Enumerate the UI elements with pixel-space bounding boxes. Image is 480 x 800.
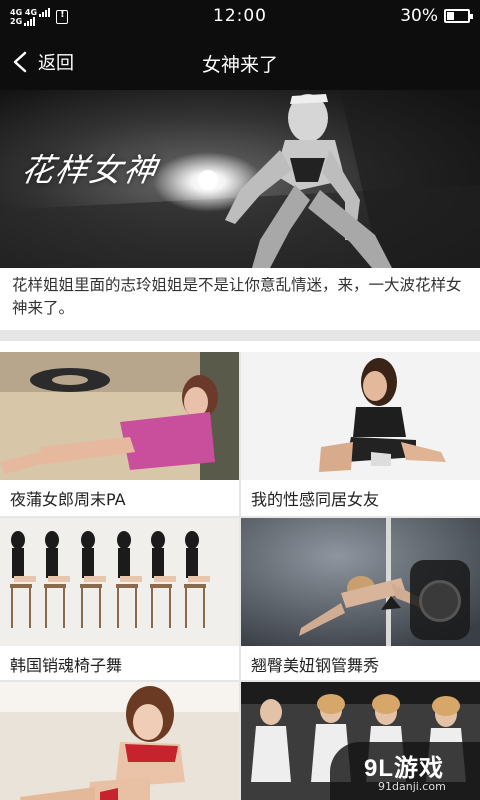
chevron-left-icon [13,51,27,73]
back-button[interactable]: 返回 [10,46,74,78]
grid-card[interactable] [0,682,239,800]
battery-icon [444,9,473,23]
card-label: 夜蒲女郎周末PA [10,490,126,509]
assistive-touch-button[interactable] [410,560,470,640]
card-thumbnail [241,352,480,480]
battery-percent: 30% [400,6,438,26]
card-label: 翘臀美妞钢管舞秀 [251,656,380,675]
hero-caption: 花样姐姐里面的志玲姐姐是不是让你意乱情迷，来，一大波花样女神来了。 [12,276,462,317]
content-grid: 夜蒲女郎周末PA 我的性感同居女友 韩国销魂椅子舞 翘臀美妞钢管舞秀 9L游戏 … [0,352,480,800]
assistive-touch-icon [419,580,461,622]
battery-status: 30% [400,6,473,26]
grid-card[interactable]: 我的性感同居女友 [241,352,480,516]
card-thumbnail [0,682,239,800]
battery-fill [447,12,454,20]
watermark-logo-text: 9L游戏 [364,755,445,782]
hero-overlay-text: 花样女神 [18,151,162,189]
status-bar: 4G 4G 2G 12:00 30% [0,0,480,34]
section-divider [0,330,480,341]
nav-bar: 返回 女神来了 [0,34,480,90]
site-watermark: 9L游戏 91danji.com [330,742,480,800]
card-label: 韩国销魂椅子舞 [10,656,123,675]
card-thumbnail [0,518,239,646]
hero-banner[interactable]: 花样女神 [0,90,480,268]
card-label: 我的性感同居女友 [251,490,380,509]
watermark-url: 91danji.com [378,780,446,793]
grid-card[interactable]: 韩国销魂椅子舞 [0,518,239,680]
back-label: 返回 [38,53,74,74]
card-thumbnail [0,352,239,480]
grid-card[interactable]: 夜蒲女郎周末PA [0,352,239,516]
